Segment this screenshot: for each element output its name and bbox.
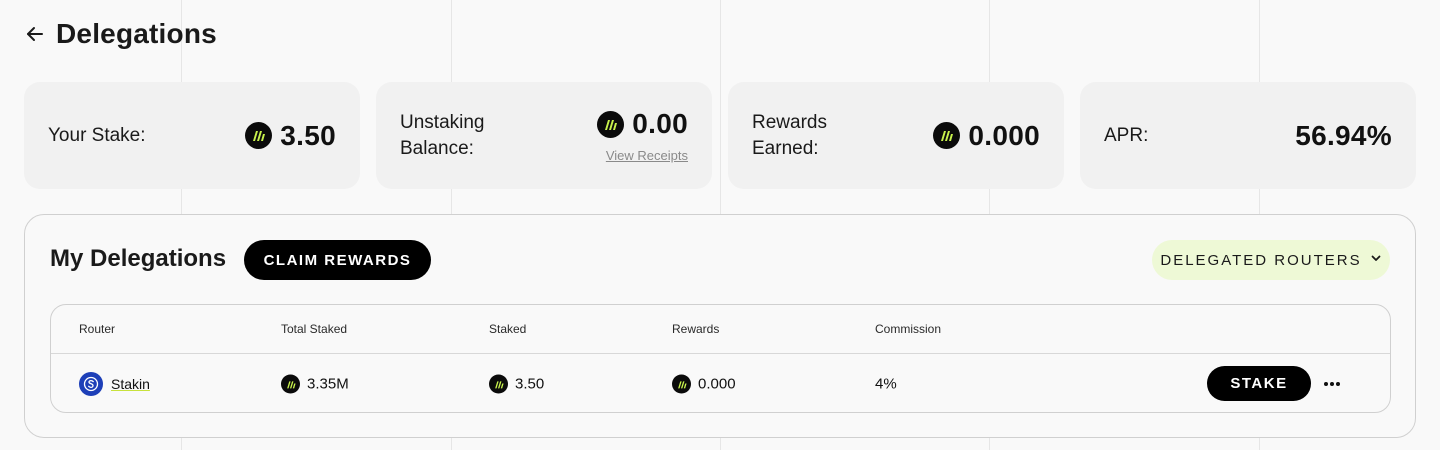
apr-value-group: 56.94% <box>1295 120 1392 152</box>
chevron-down-icon <box>1370 251 1382 269</box>
delegated-routers-dropdown[interactable]: DELEGATED ROUTERS <box>1152 240 1390 280</box>
stake-button[interactable]: STAKE <box>1207 366 1311 401</box>
unstaking-balance-value: 0.00 <box>632 108 688 139</box>
commission-cell: 4% <box>875 376 897 393</box>
delegated-routers-label: DELEGATED ROUTERS <box>1160 251 1362 269</box>
apr-label: APR: <box>1104 124 1149 146</box>
delegations-table: Router Total Staked Staked Rewards Commi… <box>50 304 1391 413</box>
stakin-logo-icon <box>79 372 103 396</box>
column-header-staked: Staked <box>489 322 527 336</box>
claim-rewards-button[interactable]: CLAIM REWARDS <box>244 240 431 280</box>
table-header: Router Total Staked Staked Rewards Commi… <box>51 305 1390 354</box>
column-header-router: Router <box>79 322 116 336</box>
more-horizontal-icon[interactable] <box>1321 373 1343 395</box>
total-staked-value: 3.35M <box>307 375 349 393</box>
router-cell: Stakin <box>79 372 150 396</box>
page-title: Delegations <box>56 18 217 49</box>
token-coin-icon <box>672 374 691 394</box>
token-coin-icon <box>933 122 961 149</box>
unstaking-balance-label: Unstaking Balance: <box>400 111 485 159</box>
staked-cell: 3.50 <box>489 374 545 394</box>
token-coin-icon <box>489 374 508 394</box>
token-coin-icon <box>281 374 300 394</box>
apr-card: APR: 56.94% <box>1080 82 1416 189</box>
panel-title: My Delegations <box>50 245 227 272</box>
column-header-commission: Commission <box>875 322 942 336</box>
rewards-earned-value: 0.000 <box>968 119 1040 151</box>
unstaking-balance-value-group: 0.00 <box>597 108 688 140</box>
view-receipts-link[interactable]: View Receipts <box>606 148 688 163</box>
rewards-earned-card: Rewards Earned: 0.000 <box>728 82 1064 189</box>
column-header-rewards: Rewards <box>672 322 720 336</box>
column-header-total-staked: Total Staked <box>281 322 348 336</box>
total-staked-cell: 3.35M <box>281 374 349 394</box>
rewards-cell: 0.000 <box>672 374 736 394</box>
your-stake-card: Your Stake: 3.50 <box>24 82 360 189</box>
your-stake-value: 3.50 <box>280 119 336 151</box>
table-row: Stakin 3.35M 3.50 0.000 4% STAKE <box>51 354 1390 412</box>
page-header: Delegations <box>24 18 217 50</box>
arrow-left-icon[interactable] <box>24 23 46 45</box>
rewards-value: 0.000 <box>698 375 736 393</box>
rewards-earned-label: Rewards Earned: <box>752 111 827 159</box>
apr-value: 56.94% <box>1295 119 1392 151</box>
rewards-earned-value-group: 0.000 <box>933 120 1040 152</box>
my-delegations-panel: My Delegations CLAIM REWARDS DELEGATED R… <box>24 214 1416 438</box>
unstaking-balance-card: Unstaking Balance: 0.00 View Receipts <box>376 82 712 189</box>
staked-value: 3.50 <box>515 375 545 393</box>
token-coin-icon <box>597 110 625 138</box>
token-coin-icon <box>245 122 273 149</box>
router-name-link[interactable]: Stakin <box>111 376 150 392</box>
your-stake-value-group: 3.50 <box>245 120 336 152</box>
commission-value: 4% <box>875 375 897 393</box>
your-stake-label: Your Stake: <box>48 124 146 146</box>
